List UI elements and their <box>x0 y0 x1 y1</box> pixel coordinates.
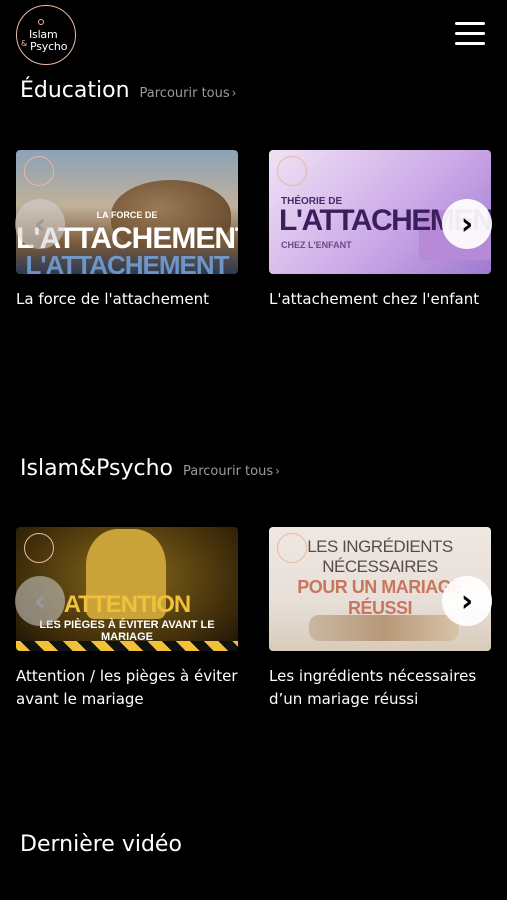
section-header-islam-psycho: Islam&Psycho Parcourir tous › <box>20 456 280 481</box>
thumbnail-warning-stripes <box>16 641 238 651</box>
thumbnail-title-line-2: NÉCESSAIRES <box>322 557 438 576</box>
chevron-right-icon: › <box>275 464 280 478</box>
logo-dot-icon <box>38 19 44 25</box>
chevron-left-icon: ‹ <box>33 206 47 242</box>
section-header-education: Éducation Parcourir tous › <box>20 78 236 103</box>
menu-bar <box>455 22 485 25</box>
browse-all-link[interactable]: Parcourir tous › <box>183 464 280 479</box>
latest-video-title: Dernière vidéo <box>20 832 182 857</box>
chevron-right-icon: › <box>460 206 474 242</box>
hamburger-menu-icon[interactable] <box>455 22 485 46</box>
browse-all-label: Parcourir tous <box>139 86 230 101</box>
video-caption[interactable]: La force de l'attachement <box>16 288 238 311</box>
browse-all-link[interactable]: Parcourir tous › <box>140 86 237 101</box>
app-logo[interactable]: Islam & Psycho <box>16 5 76 65</box>
chevron-left-icon: ‹ <box>33 583 47 619</box>
chevron-right-icon: › <box>231 86 237 100</box>
chevron-right-icon: › <box>460 583 474 619</box>
carousel-prev-button[interactable]: ‹ <box>15 576 65 626</box>
thumbnail-title-line-1: LES INGRÉDIENTS <box>307 537 453 556</box>
thumbnail-title-reflection: L'ATTACHEMENT <box>25 250 229 274</box>
carousel-next-button[interactable]: › <box>442 199 492 249</box>
logo-text-psycho: Psycho <box>30 40 68 53</box>
menu-bar <box>455 42 485 45</box>
browse-all-label: Parcourir tous <box>183 464 274 479</box>
video-caption[interactable]: Attention / les pièges à éviter avant le… <box>16 665 238 711</box>
section-title: Éducation <box>20 78 130 103</box>
carousel-next-button[interactable]: › <box>442 576 492 626</box>
menu-bar <box>455 32 485 35</box>
logo-ampersand: & <box>21 39 28 48</box>
thumbnail-logo-icon <box>24 156 54 186</box>
video-caption[interactable]: Les ingrédients nécessaires d’un mariage… <box>269 665 491 711</box>
thumbnail-logo-icon <box>24 533 54 563</box>
section-title: Islam&Psycho <box>20 456 173 481</box>
video-caption[interactable]: L'attachement chez l'enfant <box>269 288 491 311</box>
carousel-prev-button[interactable]: ‹ <box>15 199 65 249</box>
thumbnail-logo-icon <box>277 156 307 186</box>
